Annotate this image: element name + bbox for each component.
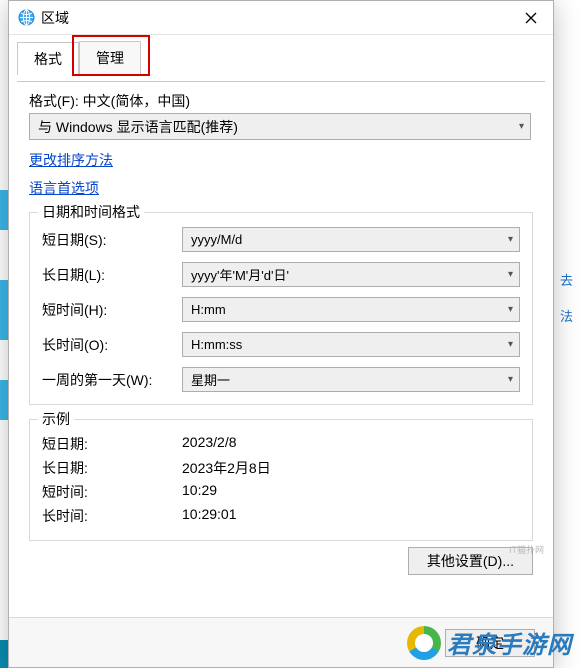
- datetime-group-title: 日期和时间格式: [38, 202, 144, 222]
- links-area: 更改排序方法 语言首选项: [29, 150, 533, 206]
- row-long-date: 长日期(L): yyyy'年'M'月'd'日' ▾: [42, 262, 520, 287]
- background-link[interactable]: 去: [560, 270, 573, 289]
- dropdown-short-date[interactable]: yyyy/M/d ▾: [182, 227, 520, 252]
- link-change-sort[interactable]: 更改排序方法: [29, 150, 113, 170]
- close-button[interactable]: [509, 2, 553, 34]
- example-label: 长日期:: [42, 458, 182, 478]
- tab-format[interactable]: 格式: [17, 42, 79, 75]
- window-title: 区域: [41, 8, 509, 28]
- example-value: 2023年2月8日: [182, 458, 271, 478]
- example-value: 2023/2/8: [182, 434, 237, 454]
- dropdown-value: H:mm: [191, 302, 226, 317]
- format-dropdown[interactable]: 与 Windows 显示语言匹配(推荐) ▾: [29, 113, 531, 140]
- format-dropdown-value: 与 Windows 显示语言匹配(推荐): [38, 117, 238, 137]
- region-dialog: 区域 格式 管理 格式(F): 中文(简体，中国) 与 Windows 显示语言…: [8, 0, 554, 668]
- chevron-down-icon: ▾: [508, 339, 513, 350]
- tab-strip: 格式 管理: [9, 35, 553, 75]
- chevron-down-icon: ▾: [508, 374, 513, 385]
- example-value: 10:29: [182, 482, 217, 502]
- row-short-date: 短日期(S): yyyy/M/d ▾: [42, 227, 520, 252]
- row-first-day: 一周的第一天(W): 星期一 ▾: [42, 367, 520, 392]
- link-language-prefs[interactable]: 语言首选项: [29, 178, 99, 198]
- chevron-down-icon: ▾: [508, 304, 513, 315]
- dropdown-value: yyyy'年'M'月'd'日': [191, 265, 289, 284]
- ok-button[interactable]: 确定: [445, 629, 535, 657]
- example-label: 短日期:: [42, 434, 182, 454]
- dropdown-long-date[interactable]: yyyy'年'M'月'd'日' ▾: [182, 262, 520, 287]
- dropdown-value: 星期一: [191, 370, 230, 389]
- example-long-time: 长时间: 10:29:01: [42, 506, 520, 526]
- chevron-down-icon: ▾: [508, 234, 513, 245]
- row-long-time: 长时间(O): H:mm:ss ▾: [42, 332, 520, 357]
- label-short-time: 短时间(H):: [42, 300, 182, 320]
- dialog-footer: 确定: [9, 617, 553, 667]
- close-icon: [525, 12, 537, 24]
- example-label: 长时间:: [42, 506, 182, 526]
- dropdown-value: H:mm:ss: [191, 337, 242, 352]
- datetime-format-group: 日期和时间格式 短日期(S): yyyy/M/d ▾ 长日期(L): yyyy'…: [29, 212, 533, 405]
- example-short-date: 短日期: 2023/2/8: [42, 434, 520, 454]
- row-short-time: 短时间(H): H:mm ▾: [42, 297, 520, 322]
- other-settings-row: 其他设置(D)...: [29, 547, 533, 575]
- example-group: 示例 短日期: 2023/2/8 长日期: 2023年2月8日 短时间: 10:…: [29, 419, 533, 541]
- example-short-time: 短时间: 10:29: [42, 482, 520, 502]
- other-settings-button[interactable]: 其他设置(D)...: [408, 547, 533, 575]
- dropdown-short-time[interactable]: H:mm ▾: [182, 297, 520, 322]
- dropdown-value: yyyy/M/d: [191, 232, 242, 247]
- format-label: 格式(F): 中文(简体，中国): [29, 91, 533, 111]
- dropdown-first-day[interactable]: 星期一 ▾: [182, 367, 520, 392]
- globe-icon: [17, 9, 35, 27]
- tab-content: 格式(F): 中文(简体，中国) 与 Windows 显示语言匹配(推荐) ▾ …: [9, 75, 553, 617]
- label-long-date: 长日期(L):: [42, 265, 182, 285]
- label-long-time: 长时间(O):: [42, 335, 182, 355]
- dropdown-long-time[interactable]: H:mm:ss ▾: [182, 332, 520, 357]
- background-link[interactable]: 法: [560, 306, 573, 325]
- chevron-down-icon: ▾: [519, 121, 524, 132]
- titlebar: 区域: [9, 1, 553, 35]
- label-first-day: 一周的第一天(W):: [42, 370, 182, 390]
- example-value: 10:29:01: [182, 506, 237, 526]
- example-group-title: 示例: [38, 409, 74, 429]
- tab-admin[interactable]: 管理: [79, 41, 141, 74]
- label-short-date: 短日期(S):: [42, 230, 182, 250]
- example-label: 短时间:: [42, 482, 182, 502]
- chevron-down-icon: ▾: [508, 269, 513, 280]
- example-long-date: 长日期: 2023年2月8日: [42, 458, 520, 478]
